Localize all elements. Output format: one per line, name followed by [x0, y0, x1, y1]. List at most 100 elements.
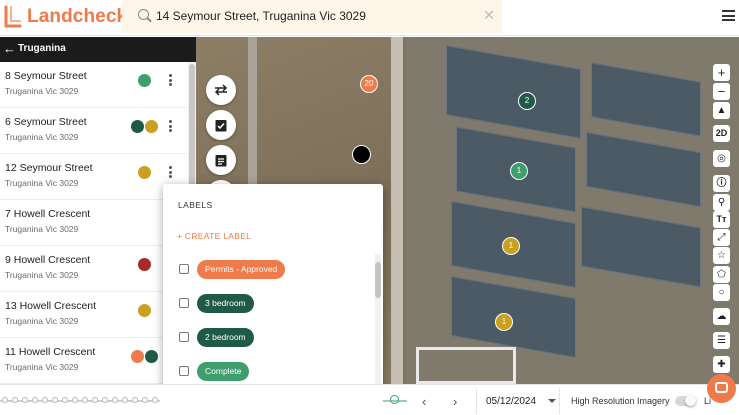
list-item[interactable]: 13 Howell Crescent Truganina Vic 3029 [0, 292, 188, 338]
map-marker[interactable]: 20 [360, 75, 378, 93]
map-road [391, 37, 403, 384]
popup-scrollbar-thumb[interactable] [375, 262, 381, 298]
timeline-tick[interactable] [22, 397, 28, 403]
compare-icon [214, 84, 228, 96]
chat-button[interactable] [707, 374, 736, 403]
pin-icon[interactable]: ⚲ [713, 194, 730, 211]
hamburger-menu-icon[interactable] [722, 10, 735, 21]
search-bar[interactable]: ✕ [122, 0, 502, 33]
circle-tool-icon[interactable]: ○ [713, 284, 730, 301]
label-checkbox[interactable] [179, 264, 189, 274]
map-marker[interactable]: 1 [502, 237, 520, 255]
label-chip[interactable]: Complete [197, 362, 250, 381]
timeline-tick[interactable] [132, 397, 138, 403]
label-chip[interactable]: 2 bedroom [197, 328, 254, 347]
more-options-icon[interactable] [166, 120, 174, 134]
notes-button[interactable] [206, 145, 236, 175]
polygon-icon[interactable]: ⬠ [713, 266, 730, 283]
item-labels [133, 258, 151, 271]
timeline-tick[interactable] [12, 397, 18, 403]
map-marker[interactable]: 2 [518, 92, 536, 110]
list-item[interactable]: 11 Howell Crescent Truganina Vic 3029 [0, 338, 188, 384]
timeline-tick[interactable] [62, 397, 68, 403]
previous-date-icon[interactable]: ‹ [422, 394, 426, 409]
map-marker-selected[interactable] [352, 145, 371, 164]
timeline-tick[interactable] [42, 397, 48, 403]
clipboard-check-icon [215, 120, 227, 132]
item-street: 8 Seymour Street [5, 70, 87, 82]
timeline-tick[interactable] [72, 397, 78, 403]
item-street: 9 Howell Crescent [5, 254, 91, 266]
map-driveway [416, 347, 516, 384]
list-item[interactable]: 12 Seymour Street Truganina Vic 3029 [0, 154, 188, 200]
item-suburb: Truganina Vic 3029 [5, 86, 79, 96]
view-mode-button[interactable]: 2D [713, 125, 730, 142]
cloud-upload-icon[interactable]: ☁ [713, 308, 730, 325]
timeline-tick[interactable] [122, 397, 128, 403]
zoom-in-button[interactable]: + [713, 64, 730, 81]
timeline-tick[interactable] [112, 397, 118, 403]
more-options-icon[interactable] [166, 74, 174, 88]
label-dot [138, 74, 151, 87]
item-suburb: Truganina Vic 3029 [5, 362, 79, 372]
timeline-tick[interactable] [92, 397, 98, 403]
labels-popup: LABELS + CREATE LABEL Permits - Approved… [163, 184, 383, 406]
list-item[interactable]: 6 Seymour Street Truganina Vic 3029 [0, 108, 188, 154]
label-dot [138, 258, 151, 271]
item-street: 13 Howell Crescent [5, 300, 97, 312]
sidebar-header: ← Truganina [0, 37, 196, 62]
high-res-toggle[interactable] [675, 395, 696, 406]
item-suburb: Truganina Vic 3029 [5, 178, 79, 188]
label-dot [145, 350, 158, 363]
locate-icon[interactable]: ◎ [713, 150, 730, 167]
next-date-icon[interactable]: › [453, 394, 457, 409]
item-labels [130, 350, 158, 363]
compass-button[interactable]: ▲ [713, 102, 730, 119]
top-bar: Landchecker ✕ [0, 0, 739, 36]
sidebar-title: Truganina [18, 43, 66, 54]
item-suburb: Truganina Vic 3029 [5, 224, 79, 234]
label-dot [138, 304, 151, 317]
star-icon[interactable]: ☆ [713, 247, 730, 264]
list-item[interactable]: 8 Seymour Street Truganina Vic 3029 [0, 62, 188, 108]
map-marker[interactable]: 1 [510, 162, 528, 180]
timeline-tick[interactable] [142, 397, 148, 403]
zoom-out-button[interactable]: − [713, 83, 730, 100]
label-dot [138, 166, 151, 179]
timeline-track-right[interactable] [383, 400, 407, 402]
label-checkbox[interactable] [179, 332, 189, 342]
label-dot [131, 120, 144, 133]
label-chip[interactable]: 3 bedroom [197, 294, 254, 313]
ruler-icon[interactable]: ⤢ [713, 229, 730, 246]
timeline-tick[interactable] [102, 397, 108, 403]
search-input[interactable] [156, 7, 476, 25]
timeline-tick[interactable] [2, 397, 8, 403]
popup-title: LABELS [178, 200, 213, 210]
back-arrow-icon[interactable]: ← [3, 42, 16, 56]
add-note-icon[interactable]: ✚ [713, 356, 730, 373]
timeline-tick[interactable] [152, 397, 158, 403]
text-tool-icon[interactable]: Tт [713, 211, 730, 228]
label-checkbox[interactable] [179, 298, 189, 308]
more-options-icon[interactable] [166, 166, 174, 180]
item-suburb: Truganina Vic 3029 [5, 270, 79, 280]
create-label-button[interactable]: + CREATE LABEL [177, 231, 251, 241]
item-street: 11 Howell Crescent [5, 346, 96, 358]
label-checkbox[interactable] [179, 366, 189, 376]
clear-icon[interactable]: ✕ [482, 8, 496, 22]
compare-button[interactable] [206, 75, 236, 105]
timeline-tick[interactable] [52, 397, 58, 403]
date-select[interactable]: 05/12/2024 [476, 388, 560, 414]
layers-settings-icon[interactable]: ☰ [713, 332, 730, 349]
bottom-bar: ‹ › 05/12/2024 High Resolution Imagery L… [0, 384, 739, 415]
timeline-tick[interactable] [82, 397, 88, 403]
list-item[interactable]: 7 Howell Crescent Truganina Vic 3029 [0, 200, 188, 246]
timeline-tick[interactable] [32, 397, 38, 403]
checklist-button[interactable] [206, 110, 236, 140]
label-chip[interactable]: Permits - Approved [197, 260, 286, 279]
map-marker[interactable]: 1 [495, 313, 513, 331]
info-icon[interactable]: ⓘ [713, 175, 730, 192]
list-item[interactable]: 9 Howell Crescent Truganina Vic 3029 [0, 246, 188, 292]
item-suburb: Truganina Vic 3029 [5, 132, 79, 142]
item-street: 12 Seymour Street [5, 162, 93, 174]
